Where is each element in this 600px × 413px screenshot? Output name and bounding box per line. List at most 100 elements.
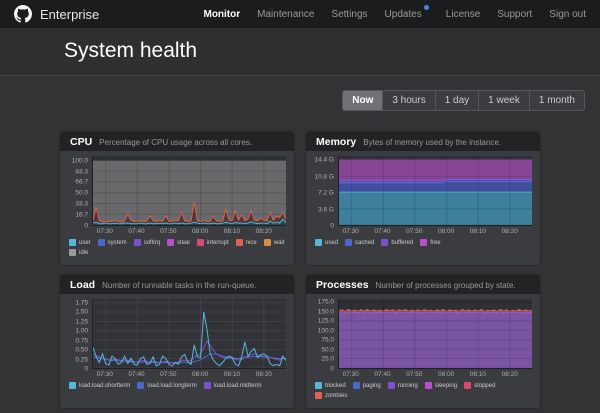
y-tick-label: 150.0 <box>318 308 334 315</box>
legend-swatch-zombies <box>315 392 322 399</box>
panel-description-processes: Number of processes grouped by state. <box>376 281 516 290</box>
x-tick-label: 07:30 <box>97 228 113 235</box>
chart-cpu: 100.083.366.750.033.316.7007:3007:4007:5… <box>66 156 286 237</box>
y-tick-label: 50.0 <box>321 346 334 353</box>
legend-label: steal <box>177 240 190 246</box>
y-tick-label: 100.0 <box>318 327 334 334</box>
x-tick-label: 08:20 <box>256 371 272 378</box>
legend-label: idle <box>79 250 88 256</box>
legend-swatch-running <box>388 382 395 389</box>
y-tick-label: 16.7 <box>75 212 88 219</box>
y-tick-label: 1.00 <box>75 328 88 335</box>
nav-item-monitor[interactable]: Monitor <box>203 9 240 20</box>
range-button-1-day[interactable]: 1 day <box>435 90 478 111</box>
panel-header-processes: Processes Number of processes grouped by … <box>306 275 540 294</box>
x-tick-label: 07:50 <box>160 371 176 378</box>
chart-plot-memory <box>338 156 532 226</box>
panel-cpu: CPU Percentage of CPU usage across all co… <box>59 131 295 266</box>
legend-swatch-paging <box>353 382 360 389</box>
panel-title-cpu: CPU <box>70 136 92 148</box>
legend-item-paging: paging <box>353 382 381 389</box>
github-logo-icon <box>14 5 32 23</box>
legend-item-load-load-shortterm: load.load.shortterm <box>69 382 130 389</box>
x-tick-label: 08:00 <box>192 228 208 235</box>
legend-item-user: user <box>69 239 91 246</box>
legend-label: user <box>79 240 91 246</box>
legend-item-softirq: softirq <box>134 239 160 246</box>
panel-description-cpu: Percentage of CPU usage across all cores… <box>99 138 252 147</box>
legend-label: load.load.shortterm <box>79 383 130 389</box>
legend-swatch-wait <box>264 239 271 246</box>
y-tick-label: 0 <box>84 366 88 373</box>
legend-label: load.load.midterm <box>214 383 262 389</box>
legend-label: cached <box>355 240 374 246</box>
x-tick-label: 08:20 <box>256 228 272 235</box>
legend-swatch-interrupt <box>197 239 204 246</box>
legend-item-wait: wait <box>264 239 285 246</box>
legend-item-load-load-longterm: load.load.longterm <box>137 382 196 389</box>
range-button-3-hours[interactable]: 3 hours <box>382 90 434 111</box>
panel-body-load: 1.751.501.251.000.750.500.25007:3007:400… <box>60 294 294 408</box>
y-tick-label: 83.3 <box>75 168 88 175</box>
legend-label: running <box>398 383 418 389</box>
nav-item-maintenance[interactable]: Maintenance <box>257 9 314 20</box>
range-button-1-week[interactable]: 1 week <box>478 90 529 111</box>
x-tick-label: 07:50 <box>160 228 176 235</box>
legend-label: paging <box>363 383 381 389</box>
range-button-1-month[interactable]: 1 month <box>529 90 585 111</box>
nav-item-updates[interactable]: Updates <box>385 9 429 20</box>
panel-description-memory: Bytes of memory used by the instance. <box>363 138 501 147</box>
panel-body-memory: 14.4 G10.8 G7.2 G3.6 G007:3007:4007:5008… <box>306 151 540 265</box>
legend-label: free <box>430 240 440 246</box>
chart-processes: 175.0150.0125.0100.075.050.025.0007:3007… <box>312 299 532 380</box>
legend-label: system <box>108 240 127 246</box>
panel-processes: Processes Number of processes grouped by … <box>305 274 541 409</box>
nav-item-settings[interactable]: Settings <box>331 9 367 20</box>
panel-title-memory: Memory <box>316 136 356 148</box>
panel-title-processes: Processes <box>316 279 369 291</box>
legend-item-used: used <box>315 239 338 246</box>
chart-plot-processes <box>338 299 532 369</box>
legend-label: used <box>325 240 338 246</box>
legend-swatch-load-load-shortterm <box>69 382 76 389</box>
y-tick-label: 50.0 <box>75 190 88 197</box>
x-tick-label: 08:00 <box>192 371 208 378</box>
legend-swatch-load-load-longterm <box>137 382 144 389</box>
legend-label: nice <box>246 240 257 246</box>
x-tick-label: 07:50 <box>406 371 422 378</box>
panel-header-load: LoadNumber of runnable tasks in the run-… <box>60 275 294 294</box>
chart-memory: 14.4 G10.8 G7.2 G3.6 G007:3007:4007:5008… <box>312 156 532 237</box>
x-tick-label: 08:20 <box>502 371 518 378</box>
legend-item-steal: steal <box>167 239 190 246</box>
brand[interactable]: Enterprise <box>14 5 99 23</box>
panel-body-cpu: 100.083.366.750.033.316.7007:3007:4007:5… <box>60 151 294 265</box>
y-axis-labels-cpu: 100.083.366.750.033.316.70 <box>66 156 92 226</box>
page-header: System health <box>0 28 600 76</box>
x-tick-label: 07:30 <box>97 371 113 378</box>
x-axis-labels-processes: 07:3007:4007:5008:0008:1008:20 <box>338 369 532 380</box>
x-tick-label: 07:40 <box>374 228 390 235</box>
legend-swatch-used <box>315 239 322 246</box>
y-tick-label: 1.75 <box>75 299 88 306</box>
x-tick-label: 07:50 <box>406 228 422 235</box>
legend-label: stopped <box>474 383 495 389</box>
range-button-now[interactable]: Now <box>342 90 382 111</box>
nav-item-sign-out[interactable]: Sign out <box>549 9 586 20</box>
y-tick-label: 3.6 G <box>318 206 334 213</box>
x-axis-labels-memory: 07:3007:4007:5008:0008:1008:20 <box>338 226 532 237</box>
legend-item-load-load-midterm: load.load.midterm <box>204 382 262 389</box>
legend-swatch-stopped <box>464 382 471 389</box>
legend-swatch-free <box>420 239 427 246</box>
system-health-screen: Enterprise Monitor Maintenance Settings Upd… <box>0 0 600 413</box>
nav-item-license[interactable]: License <box>446 9 480 20</box>
legend-item-cached: cached <box>345 239 374 246</box>
nav-item-support[interactable]: Support <box>497 9 532 20</box>
y-tick-label: 33.3 <box>75 201 88 208</box>
legend-swatch-blocked <box>315 382 322 389</box>
y-tick-label: 1.50 <box>75 309 88 316</box>
x-tick-label: 07:40 <box>374 371 390 378</box>
y-tick-label: 1.25 <box>75 318 88 325</box>
x-tick-label: 08:10 <box>224 371 240 378</box>
y-tick-label: 14.4 G <box>314 157 334 164</box>
legend-label: buffered <box>391 240 413 246</box>
